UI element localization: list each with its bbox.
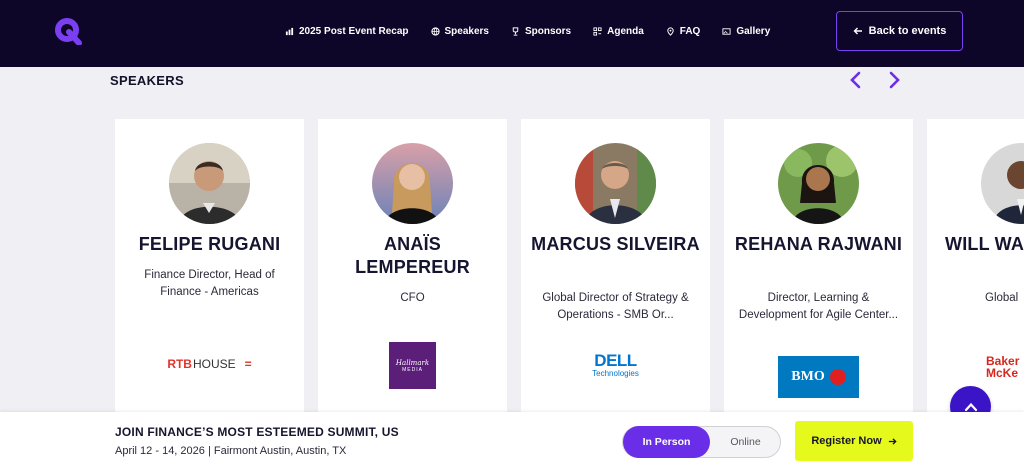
speaker-role: Finance Director, Head of Finance - Amer… xyxy=(144,269,275,298)
location-pin-icon xyxy=(667,26,674,36)
speaker-name: WILL WASHING xyxy=(945,234,1024,254)
nav-item-label: Agenda xyxy=(607,25,644,37)
speaker-card[interactable]: FELIPE RUGANI Finance Director, Head of … xyxy=(115,119,304,419)
company-logo-text: MEDIA xyxy=(402,366,423,373)
nav-item-gallery[interactable]: Gallery xyxy=(722,26,770,37)
company-logo-text: Hallmark xyxy=(395,358,430,367)
company-logo-text: BMO xyxy=(791,369,825,384)
speaker-avatar xyxy=(169,143,250,224)
speaker-avatar xyxy=(778,143,859,224)
register-now-button[interactable]: Register Now xyxy=(795,421,913,461)
speaker-name: ANAÏS LEMPEREUR xyxy=(355,234,470,277)
speaker-role: Global xyxy=(985,292,1019,304)
speaker-avatar xyxy=(372,143,453,224)
speaker-role: Director, Learning & Development for Agi… xyxy=(738,292,899,321)
company-logo-text: DELL xyxy=(594,351,637,370)
attendance-toggle: In Person Online xyxy=(622,426,781,458)
globe-icon xyxy=(430,26,440,36)
company-logo: RTB HOUSE = xyxy=(115,357,304,371)
company-logo: BMO xyxy=(724,356,913,398)
main-nav: 2025 Post Event Recap Speakers Sponsors … xyxy=(285,0,770,62)
speaker-card[interactable]: ANAÏS LEMPEREUR CFO Hallmark MEDIA xyxy=(318,119,507,419)
nav-item-sponsors[interactable]: Sponsors xyxy=(511,26,571,37)
nav-item-label: Sponsors xyxy=(524,25,572,37)
nav-item-faq[interactable]: FAQ xyxy=(666,25,701,37)
register-now-label: Register Now xyxy=(811,435,882,447)
speaker-card[interactable]: REHANA RAJWANI Director, Learning & Deve… xyxy=(724,119,913,419)
speaker-role: Global Director of Strategy & Operations… xyxy=(542,292,689,321)
cta-subtitle: April 12 - 14, 2026 | Fairmont Austin, A… xyxy=(115,445,347,457)
nav-item-recap[interactable]: 2025 Post Event Recap xyxy=(285,26,409,37)
speaker-avatar xyxy=(575,143,656,224)
company-logo-text: RTB xyxy=(167,357,192,371)
section-title: SPEAKERS xyxy=(110,73,184,88)
bar-chart-icon xyxy=(285,27,294,35)
cta-title: JOIN FINANCE’S MOST ESTEEMED SUMMIT, US xyxy=(115,425,399,439)
chevron-left-icon xyxy=(850,71,861,89)
online-option[interactable]: Online xyxy=(710,427,781,457)
speaker-name: MARCUS SILVEIRA xyxy=(531,234,700,254)
speaker-name: FELIPE RUGANI xyxy=(138,234,281,254)
speaker-name: REHANA RAJWANI xyxy=(734,234,903,254)
arrow-left-icon xyxy=(853,27,862,35)
arrow-right-icon xyxy=(888,437,897,445)
carousel-next-button[interactable] xyxy=(885,69,905,91)
registration-bar: JOIN FINANCE’S MOST ESTEEMED SUMMIT, US … xyxy=(0,412,1024,465)
back-to-events-button[interactable]: Back to events xyxy=(836,11,963,51)
carousel-prev-button[interactable] xyxy=(845,69,865,91)
nav-item-agenda[interactable]: Agenda xyxy=(593,26,644,37)
brand-logo-icon[interactable] xyxy=(54,17,82,46)
speaker-avatar xyxy=(981,143,1024,224)
speaker-role: CFO xyxy=(400,292,425,304)
company-logo-text: HOUSE xyxy=(192,357,236,371)
agenda-icon xyxy=(593,26,602,36)
rtb-mark-icon: = xyxy=(244,357,252,371)
company-logo: Hallmark MEDIA xyxy=(318,342,507,389)
company-logo-text: McKe xyxy=(986,366,1019,380)
image-icon xyxy=(722,27,731,35)
speaker-card[interactable]: MARCUS SILVEIRA Global Director of Strat… xyxy=(521,119,710,419)
top-nav-bar: 2025 Post Event Recap Speakers Sponsors … xyxy=(0,0,1024,67)
nav-item-speakers[interactable]: Speakers xyxy=(430,25,489,37)
company-logo-text: Technologies xyxy=(592,369,639,378)
trophy-icon xyxy=(512,26,519,36)
nav-item-label: Gallery xyxy=(736,25,771,37)
nav-item-label: 2025 Post Event Recap xyxy=(299,25,409,37)
nav-item-label: FAQ xyxy=(679,25,701,37)
speaker-card[interactable]: WILL WASHING Global Baker McKe xyxy=(927,119,1024,419)
bmo-roundel-icon xyxy=(829,369,846,385)
in-person-option[interactable]: In Person xyxy=(623,426,710,458)
company-logo: DELL Technologies xyxy=(521,352,710,379)
back-to-events-label: Back to events xyxy=(868,25,947,37)
chevron-right-icon xyxy=(889,71,900,89)
nav-item-label: Speakers xyxy=(444,25,489,37)
company-logo: Baker McKe xyxy=(986,355,1019,379)
